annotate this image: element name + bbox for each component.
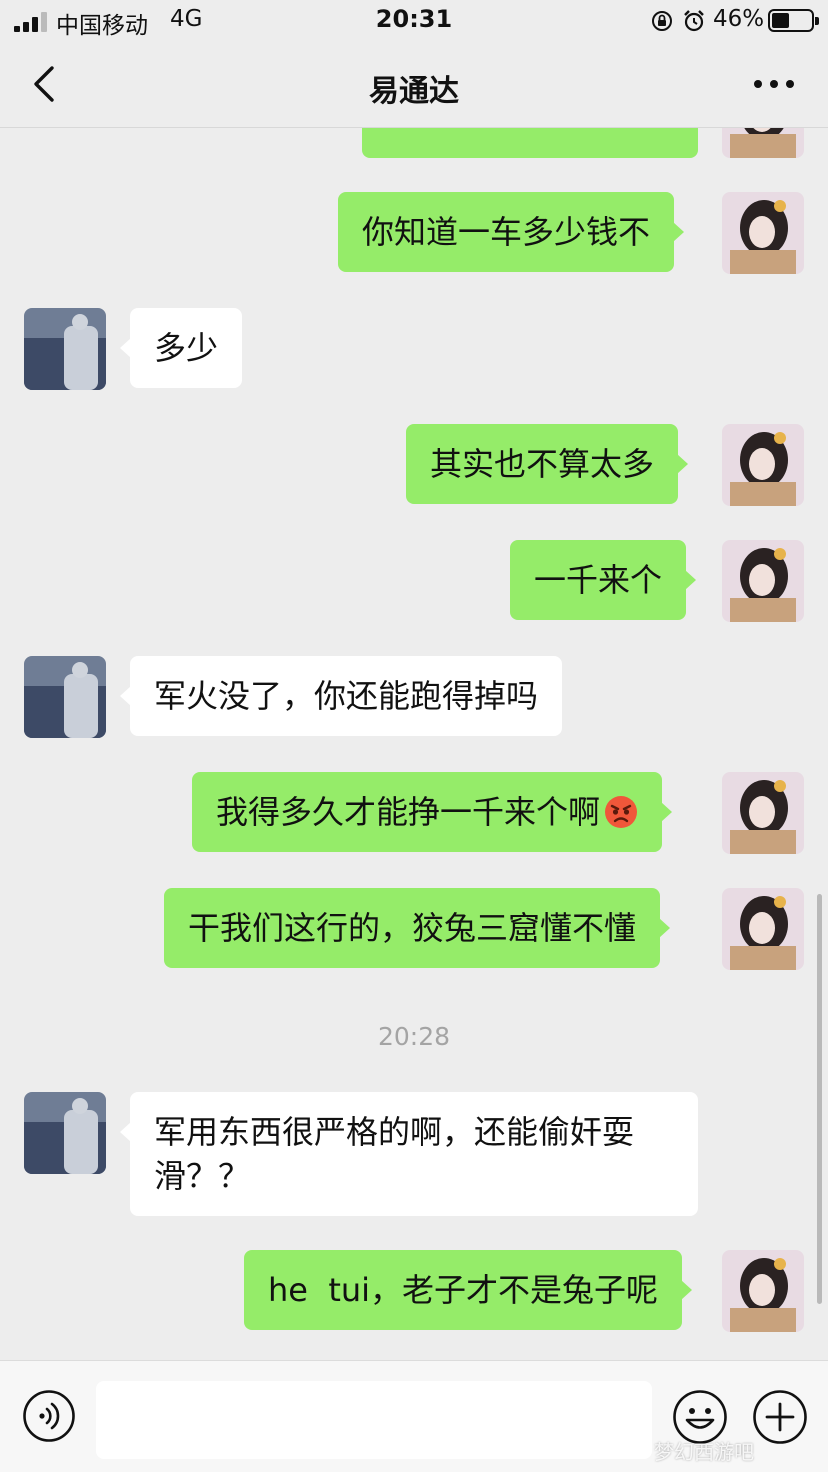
battery-percent: 46% xyxy=(713,6,765,32)
avatar-self[interactable] xyxy=(722,424,804,506)
watermark: 梦幻西游吧 xyxy=(654,1440,754,1464)
message-text: 干我们这行的，狡兔三窟懂不懂 xyxy=(188,909,637,947)
message-bubble[interactable]: 多少 xyxy=(119,308,243,388)
message-bubble[interactable]: 你知道一车多少钱不 xyxy=(338,192,685,272)
nav-bar: 易通达 xyxy=(0,42,828,128)
avatar-self[interactable] xyxy=(722,772,804,854)
message-bubble[interactable]: 军火没了，你还能跑得掉吗 xyxy=(119,656,563,736)
message-input[interactable] xyxy=(96,1381,652,1459)
battery-icon xyxy=(768,9,819,32)
avatar-self[interactable] xyxy=(722,888,804,970)
message-bubble[interactable]: he tui，老子才不是兔子呢 xyxy=(244,1250,693,1330)
message-text: 你知道一车多少钱不 xyxy=(362,213,651,251)
avatar-contact[interactable] xyxy=(24,656,106,738)
avatar-contact[interactable] xyxy=(24,308,106,390)
message-bubble[interactable]: 其实也不算太多 xyxy=(406,424,689,504)
message-text: 我得多久才能挣一千来个啊 xyxy=(216,793,601,831)
message-text: 多少 xyxy=(154,329,219,367)
avatar-self[interactable] xyxy=(722,128,804,158)
scrollbar[interactable] xyxy=(817,894,822,1304)
message-bubble[interactable]: 军用东西很严格的啊，还能偷奸耍滑？？ xyxy=(120,1092,698,1216)
avatar-self[interactable] xyxy=(722,1250,804,1332)
voice-icon[interactable] xyxy=(22,1389,76,1443)
status-bar: 中国移动 4G 20:31 46% xyxy=(0,0,828,42)
message-bubble[interactable]: 干我们这行的，狡兔三窟懂不懂 xyxy=(164,888,671,968)
plus-icon[interactable] xyxy=(752,1389,808,1445)
avatar-contact[interactable] xyxy=(24,1092,106,1174)
avatar-self[interactable] xyxy=(722,540,804,622)
message-text: … xyxy=(386,128,418,133)
message-text: he tui，老子才不是兔子呢 xyxy=(268,1271,659,1309)
alarm-icon xyxy=(684,10,704,32)
message-bubble[interactable]: 一千来个 xyxy=(510,540,697,620)
message-bubble[interactable]: 我得多久才能挣一千来个啊 xyxy=(192,772,673,852)
avatar-self[interactable] xyxy=(722,192,804,274)
message-list[interactable]: … 你知道一车多少钱不 多少 其实也不算太多 一千来个 xyxy=(0,128,828,1360)
rotation-lock-icon xyxy=(652,11,672,31)
chat-title: 易通达 xyxy=(369,74,459,109)
message-text: 军火没了，你还能跑得掉吗 xyxy=(154,677,539,715)
message-timestamp: 20:28 xyxy=(377,1022,451,1051)
message-bubble[interactable]: … xyxy=(362,128,698,158)
message-text: 其实也不算太多 xyxy=(430,445,655,483)
message-text: 军用东西很严格的啊，还能偷奸耍滑？？ xyxy=(154,1113,635,1195)
message-text: 一千来个 xyxy=(534,561,663,599)
ellipsis-icon[interactable] xyxy=(752,72,796,92)
angry-face-icon xyxy=(605,796,638,828)
